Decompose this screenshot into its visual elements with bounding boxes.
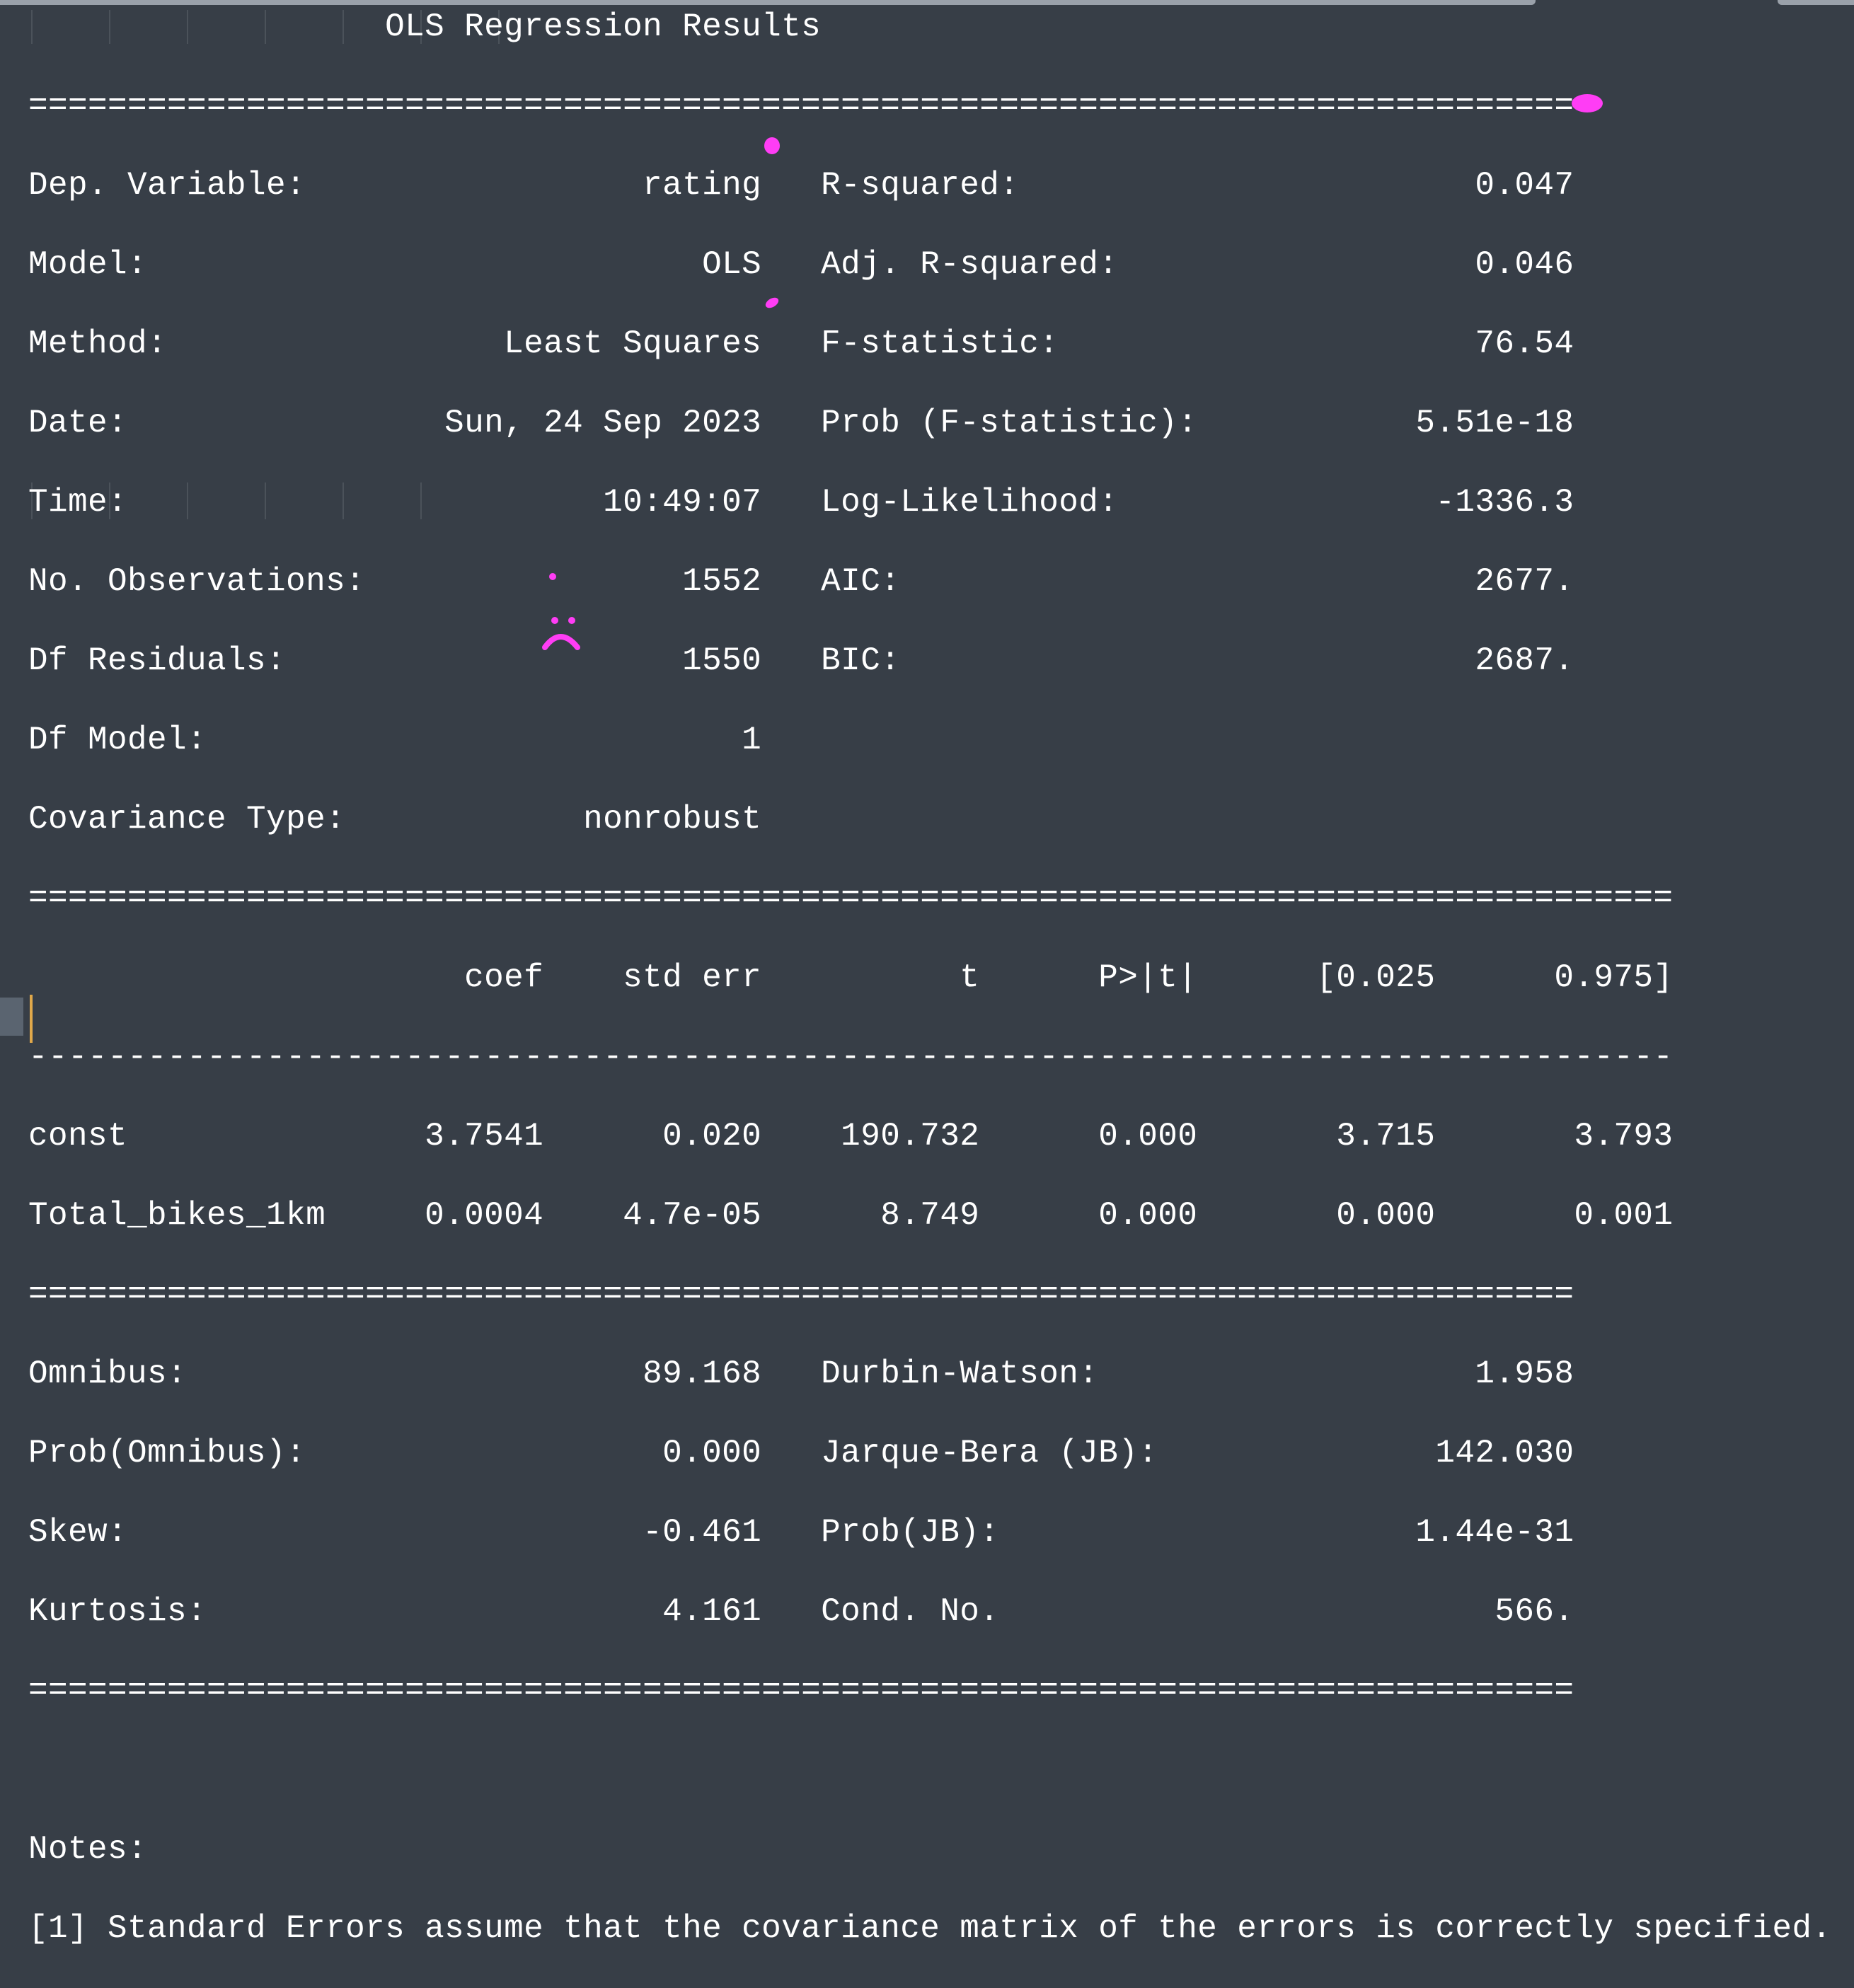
- dash-separator-line: ----------------------------------------…: [28, 1039, 1674, 1075]
- row-observations: No. Observations: 1552 AIC: 2677.: [28, 563, 1574, 600]
- separator-line: ========================================…: [28, 88, 1574, 125]
- row-time: Time: 10:49:07 Log-Likelihood: -1336.3: [28, 484, 1574, 521]
- row-dep-variable: Dep. Variable: rating R-squared: 0.047: [28, 167, 1574, 204]
- terminal-output: OLS Regression Results =================…: [28, 7, 1831, 1988]
- coef-row-const: const 3.7541 0.020 190.732 0.000 3.715 3…: [28, 1118, 1674, 1155]
- notes-heading: Notes:: [28, 1831, 148, 1868]
- row-omnibus: Omnibus: 89.168 Durbin-Watson: 1.958: [28, 1356, 1574, 1392]
- gutter-marker: [0, 998, 23, 1036]
- row-df-residuals: Df Residuals: 1550 BIC: 2687.: [28, 642, 1574, 679]
- separator-line: ========================================…: [28, 1672, 1574, 1709]
- coef-row-total-bikes: Total_bikes_1km 0.0004 4.7e-05 8.749 0.0…: [28, 1197, 1674, 1234]
- coef-table-header: coef std err t P>|t| [0.025 0.975]: [28, 959, 1674, 996]
- row-skew: Skew: -0.461 Prob(JB): 1.44e-31: [28, 1514, 1574, 1551]
- window-top-bar: [0, 0, 1536, 5]
- row-date: Date: Sun, 24 Sep 2023 Prob (F-statistic…: [28, 405, 1574, 441]
- row-prob-omnibus: Prob(Omnibus): 0.000 Jarque-Bera (JB): 1…: [28, 1435, 1574, 1472]
- row-kurtosis: Kurtosis: 4.161 Cond. No. 566.: [28, 1593, 1574, 1630]
- separator-line: ========================================…: [28, 880, 1674, 917]
- row-method: Method: Least Squares F-statistic: 76.54: [28, 325, 1574, 362]
- row-covariance-type: Covariance Type: nonrobust: [28, 801, 762, 838]
- row-df-model: Df Model: 1: [28, 722, 762, 758]
- row-model: Model: OLS Adj. R-squared: 0.046: [28, 246, 1574, 283]
- summary-title: OLS Regression Results: [28, 8, 822, 45]
- window-top-bar-right: [1778, 0, 1854, 5]
- separator-line: ========================================…: [28, 1276, 1574, 1313]
- text-cursor[interactable]: [30, 995, 33, 1043]
- notes-text: [1] Standard Errors assume that the cova…: [28, 1910, 1832, 1947]
